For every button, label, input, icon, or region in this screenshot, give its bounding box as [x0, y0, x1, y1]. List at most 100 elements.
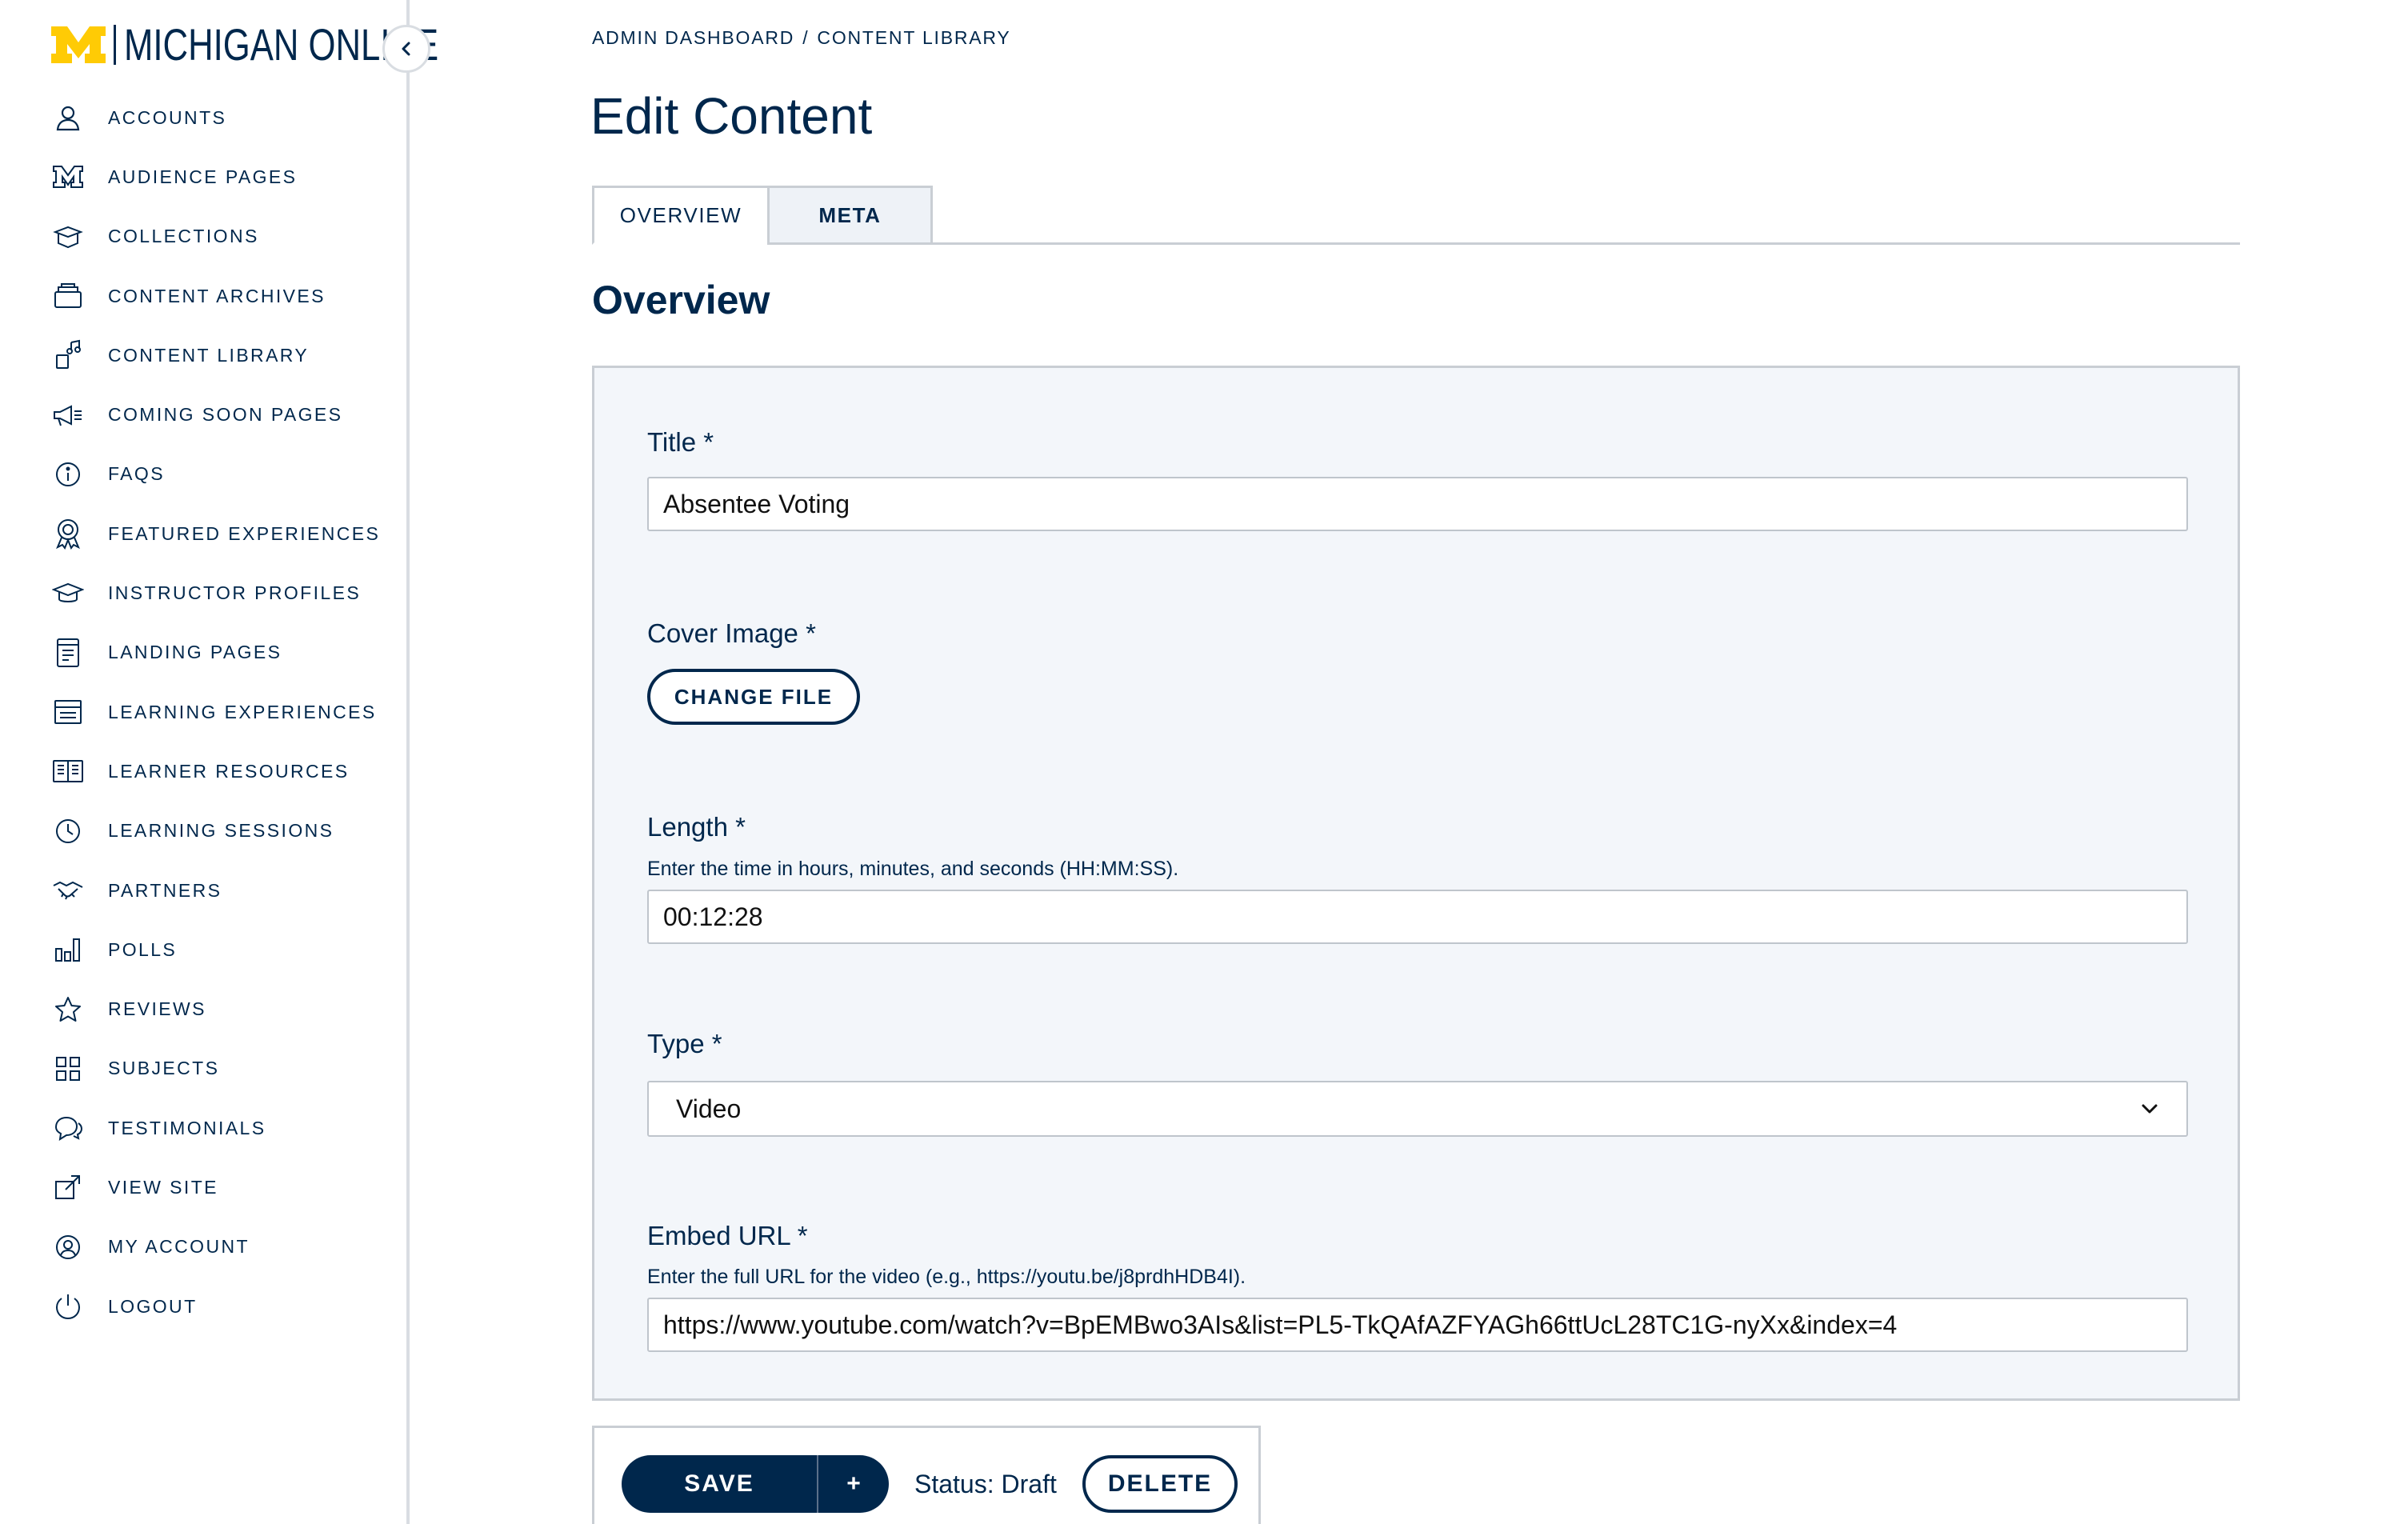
chevron-left-icon — [402, 42, 410, 56]
sidebar-item-landing-pages[interactable]: LANDING PAGES — [0, 623, 406, 682]
length-help-text: Enter the time in hours, minutes, and se… — [647, 858, 1179, 880]
sidebar-item-learner-resources[interactable]: LEARNER RESOURCES — [0, 742, 406, 801]
delete-button[interactable]: DELETE — [1082, 1455, 1238, 1513]
type-select[interactable]: Video — [647, 1081, 2188, 1137]
sidebar-item-content-library[interactable]: CONTENT LIBRARY — [0, 326, 406, 385]
sidebar-item-reviews[interactable]: REVIEWS — [0, 979, 406, 1038]
block-m-icon — [50, 159, 86, 194]
sidebar-item-label: FEATURED EXPERIENCES — [108, 522, 381, 544]
sidebar-item-testimonials[interactable]: TESTIMONIALS — [0, 1098, 406, 1158]
chevron-down-icon — [2142, 1104, 2158, 1114]
logo-divider — [114, 25, 116, 65]
sidebar-item-label: CONTENT ARCHIVES — [108, 285, 326, 306]
sidebar-item-label: COLLECTIONS — [108, 226, 259, 247]
change-file-button[interactable]: CHANGE FILE — [647, 669, 860, 725]
sidebar-item-collections[interactable]: COLLECTIONS — [0, 207, 406, 266]
sidebar-item-label: PARTNERS — [108, 879, 222, 901]
sidebar-item-partners[interactable]: PARTNERS — [0, 861, 406, 920]
archive-icon — [50, 278, 86, 314]
document-icon — [50, 635, 86, 670]
title-label: Title * — [647, 427, 714, 457]
graduation-cap-icon — [50, 576, 86, 611]
sidebar-item-coming-soon-pages[interactable]: COMING SOON PAGES — [0, 385, 406, 444]
sidebar-item-featured-experiences[interactable]: FEATURED EXPERIENCES — [0, 504, 406, 563]
sidebar-item-learning-experiences[interactable]: LEARNING EXPERIENCES — [0, 682, 406, 742]
book-icon — [50, 754, 86, 789]
sidebar-nav: ACCOUNTS AUDIENCE PAGES COLLECTIONS CONT… — [0, 88, 406, 1336]
grid-icon — [50, 1051, 86, 1086]
sidebar: MICHIGAN ONLINE ACCOUNTS AUDIENCE PAGES … — [0, 0, 438, 1524]
sidebar-item-label: SUBJECTS — [108, 1058, 220, 1079]
sidebar-item-polls[interactable]: POLLS — [0, 920, 406, 979]
tab-overview[interactable]: OVERVIEW — [592, 186, 770, 245]
sidebar-item-learning-sessions[interactable]: LEARNING SESSIONS — [0, 802, 406, 861]
sidebar-item-label: AUDIENCE PAGES — [108, 166, 298, 187]
sidebar-item-label: POLLS — [108, 938, 178, 960]
overview-form-panel: Title * Absentee Voting Cover Image * CH… — [592, 366, 2240, 1401]
action-bar: SAVE + Status: Draft DELETE — [592, 1426, 1261, 1524]
length-input[interactable]: 00:12:28 — [647, 890, 2188, 944]
page-title: Edit Content — [590, 87, 873, 145]
sidebar-item-logout[interactable]: LOGOUT — [0, 1277, 406, 1336]
sidebar-item-faqs[interactable]: FAQS — [0, 445, 406, 504]
megaphone-icon — [50, 398, 86, 433]
save-options-button[interactable]: + — [818, 1455, 889, 1513]
cover-image-label: Cover Image * — [647, 618, 816, 648]
save-button[interactable]: SAVE — [622, 1455, 817, 1513]
block-m-logo-icon — [51, 26, 106, 63]
tab-meta[interactable]: META — [767, 186, 933, 245]
sidebar-item-subjects[interactable]: SUBJECTS — [0, 1039, 406, 1098]
breadcrumb: ADMIN DASHBOARD / CONTENT LIBRARY — [592, 27, 1011, 49]
collapse-sidebar-button[interactable] — [382, 25, 430, 73]
sidebar-item-label: FAQS — [108, 463, 165, 485]
breadcrumb-admin-dashboard[interactable]: ADMIN DASHBOARD — [592, 27, 794, 48]
clock-icon — [50, 814, 86, 849]
sidebar-item-label: LEARNING SESSIONS — [108, 820, 334, 842]
award-icon — [50, 516, 86, 551]
status-text: Status: Draft — [914, 1470, 1057, 1498]
user-icon — [50, 100, 86, 135]
info-icon — [50, 457, 86, 492]
account-circle-icon — [50, 1230, 86, 1265]
sidebar-item-label: INSTRUCTOR PROFILES — [108, 582, 362, 604]
list-window-icon — [50, 694, 86, 730]
sidebar-item-label: REVIEWS — [108, 998, 206, 1020]
tab-bar: OVERVIEW META — [592, 186, 2240, 245]
box-icon — [50, 219, 86, 254]
sidebar-item-label: LEARNING EXPERIENCES — [108, 701, 377, 722]
breadcrumb-content-library[interactable]: CONTENT LIBRARY — [817, 27, 1010, 48]
sidebar-item-label: COMING SOON PAGES — [108, 404, 343, 426]
sidebar-item-content-archives[interactable]: CONTENT ARCHIVES — [0, 266, 406, 326]
sidebar-item-label: LANDING PAGES — [108, 642, 282, 663]
type-select-value: Video — [676, 1094, 742, 1123]
title-input[interactable]: Absentee Voting — [647, 477, 2188, 531]
sidebar-item-label: LEARNER RESOURCES — [108, 760, 350, 782]
sidebar-item-accounts[interactable]: ACCOUNTS — [0, 88, 406, 147]
sidebar-item-instructor-profiles[interactable]: INSTRUCTOR PROFILES — [0, 563, 406, 622]
star-icon — [50, 992, 86, 1027]
bar-chart-icon — [50, 932, 86, 967]
sidebar-item-my-account[interactable]: MY ACCOUNT — [0, 1218, 406, 1277]
sidebar-item-audience-pages[interactable]: AUDIENCE PAGES — [0, 147, 406, 206]
sidebar-item-label: ACCOUNTS — [108, 106, 227, 128]
embed-url-help-text: Enter the full URL for the video (e.g., … — [647, 1266, 1246, 1288]
save-button-group: SAVE + — [622, 1455, 889, 1513]
length-label: Length * — [647, 812, 746, 842]
type-label: Type * — [647, 1029, 722, 1058]
external-link-icon — [50, 1170, 86, 1205]
sidebar-item-label: VIEW SITE — [108, 1176, 218, 1198]
chat-bubbles-icon — [50, 1110, 86, 1146]
handshake-icon — [50, 873, 86, 908]
sidebar-item-label: LOGOUT — [108, 1295, 198, 1317]
breadcrumb-separator: / — [802, 27, 810, 48]
michigan-online-logo[interactable]: MICHIGAN ONLINE — [50, 21, 527, 69]
sidebar-item-label: TESTIMONIALS — [108, 1117, 266, 1138]
sidebar-item-view-site[interactable]: VIEW SITE — [0, 1158, 406, 1217]
sidebar-item-label: CONTENT LIBRARY — [108, 344, 310, 366]
power-icon — [50, 1289, 86, 1324]
embed-url-input[interactable]: https://www.youtube.com/watch?v=BpEMBwo3… — [647, 1298, 2188, 1352]
embed-url-label: Embed URL * — [647, 1221, 808, 1250]
media-library-icon — [50, 338, 86, 373]
sidebar-item-label: MY ACCOUNT — [108, 1236, 250, 1258]
section-title: Overview — [592, 278, 770, 322]
